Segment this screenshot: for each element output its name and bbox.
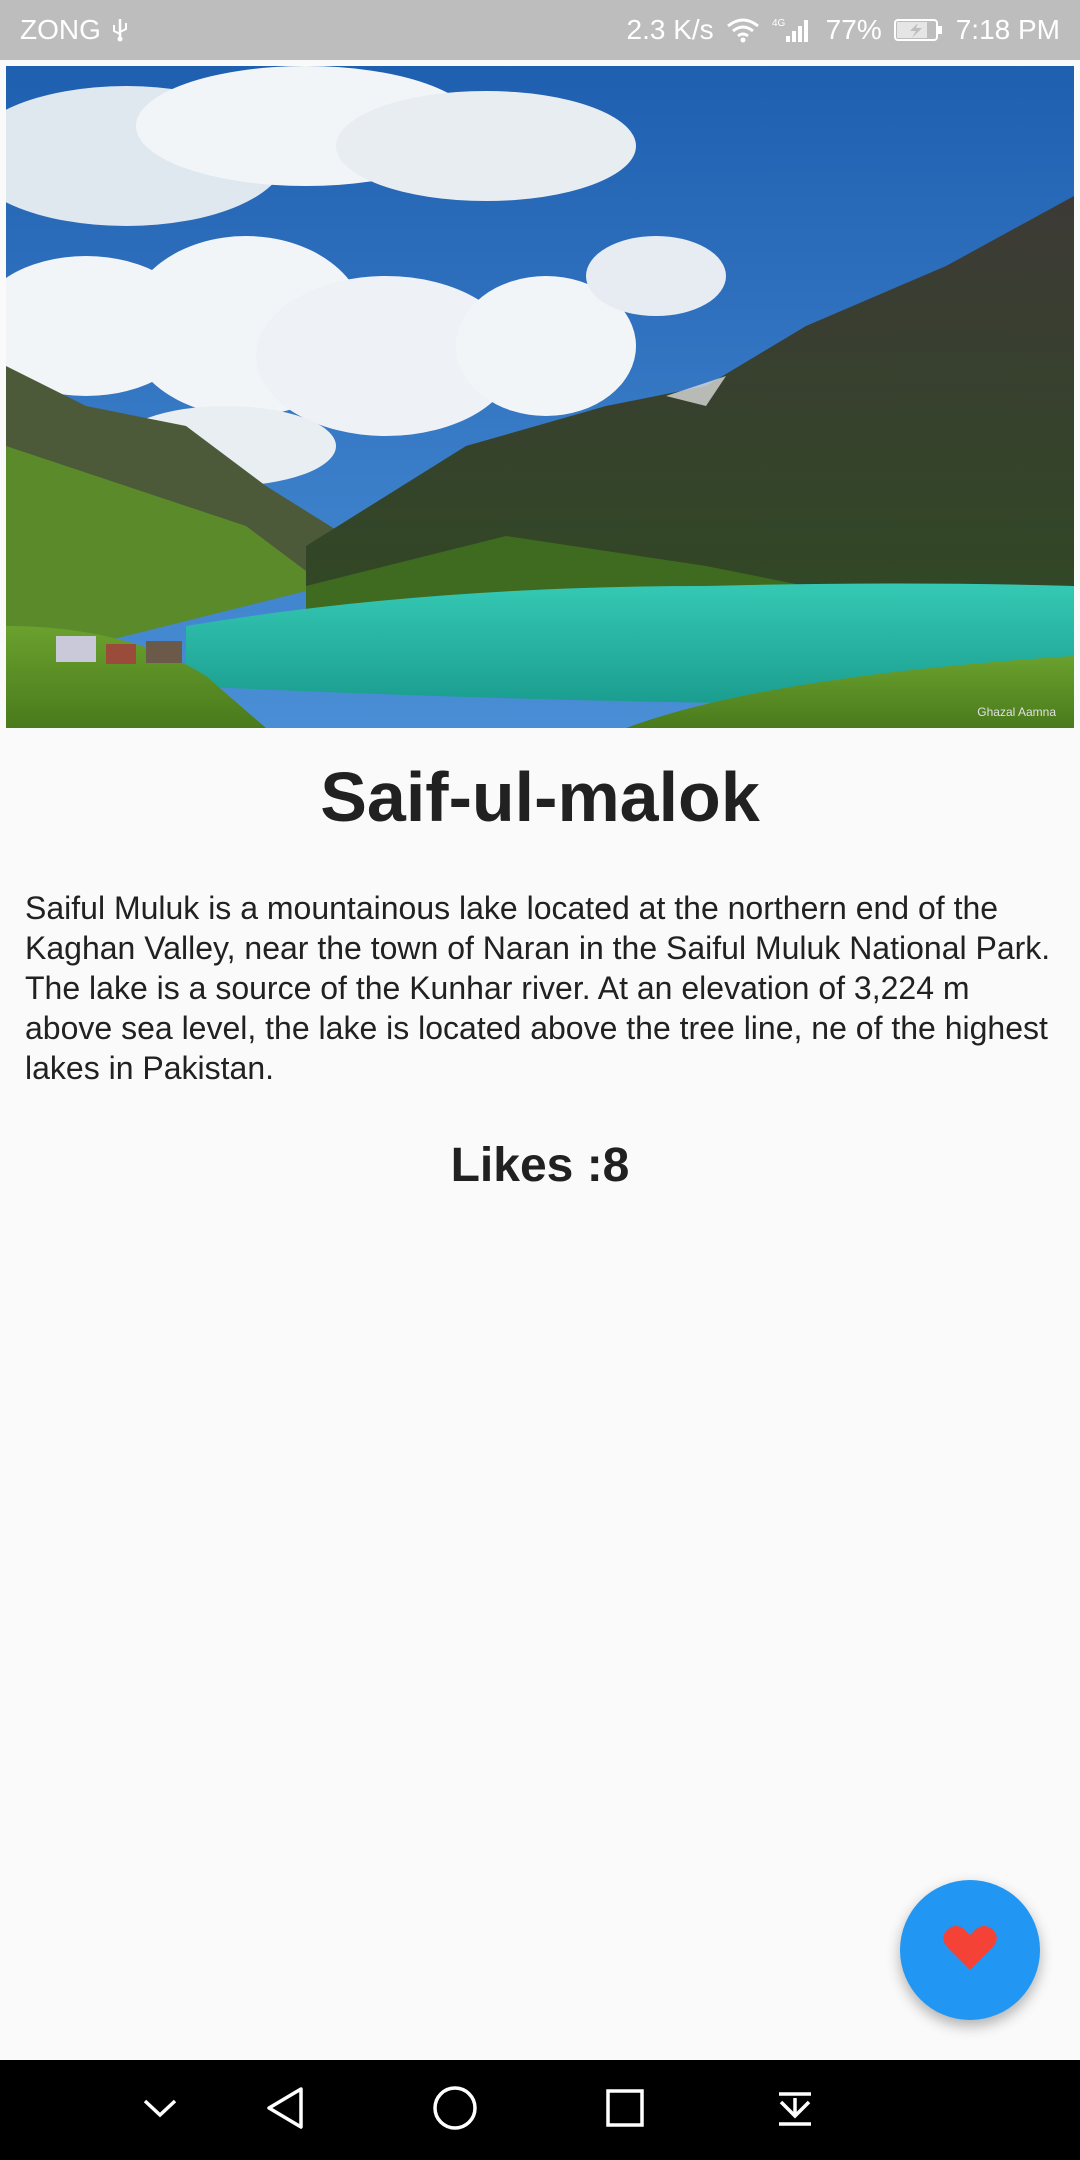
- heart-icon: [943, 1924, 997, 1977]
- like-button[interactable]: [900, 1880, 1040, 2020]
- back-triangle-icon: [265, 2086, 305, 2135]
- battery-percent: 77%: [825, 14, 882, 45]
- place-title: Saif-ul-malok: [320, 758, 760, 836]
- status-left: ZONG: [20, 14, 129, 46]
- screen: ZONG 2.3 K/s 4G 77% 7:18 PM Ghazal Aamna…: [0, 0, 1080, 2160]
- clock: 7:18 PM: [955, 14, 1060, 45]
- wifi-icon: [726, 17, 760, 43]
- collapse-button[interactable]: [130, 2080, 190, 2140]
- status-right: 2.3 K/s 4G 77% 7:18 PM: [627, 14, 1061, 46]
- usb-icon: [111, 17, 129, 43]
- battery-charging-icon: [893, 17, 944, 43]
- navigation-bar: [0, 2060, 1080, 2160]
- likes-count: Likes :8: [450, 1139, 630, 1192]
- recents-button[interactable]: [595, 2080, 655, 2140]
- chevron-down-icon: [142, 2097, 178, 2124]
- home-button[interactable]: [425, 2080, 485, 2140]
- hero-image: Ghazal Aamna: [6, 66, 1074, 728]
- place-description: Saiful Muluk is a mountainous lake locat…: [25, 890, 1051, 1086]
- pull-down-icon: [775, 2088, 815, 2133]
- network-speed: 2.3 K/s: [626, 14, 714, 45]
- notification-pull-button[interactable]: [765, 2080, 825, 2140]
- status-bar: ZONG 2.3 K/s 4G 77% 7:18 PM: [0, 0, 1080, 60]
- landscape-photo: Ghazal Aamna: [6, 66, 1074, 728]
- photo-watermark: Ghazal Aamna: [977, 705, 1056, 719]
- network-type-label: 4G: [772, 18, 786, 29]
- recents-square-icon: [605, 2088, 645, 2133]
- carrier-label: ZONG: [20, 14, 101, 45]
- back-button[interactable]: [255, 2080, 315, 2140]
- cellular-signal-icon: 4G: [772, 16, 814, 44]
- home-circle-icon: [432, 2085, 478, 2136]
